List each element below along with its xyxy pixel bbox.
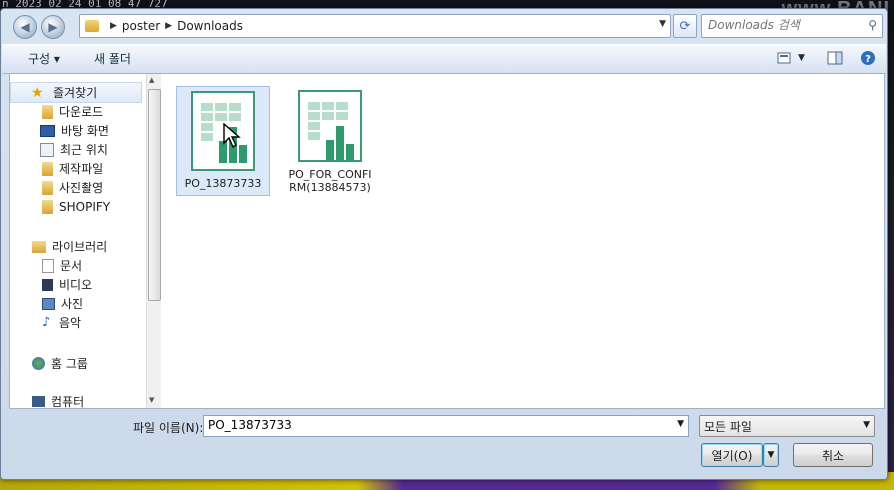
sidebar-item-folder[interactable]: 사진촬영: [42, 178, 103, 197]
filetype-select[interactable]: 모든 파일 ▼: [699, 415, 875, 437]
search-box[interactable]: ⚲: [701, 14, 883, 38]
sidebar-item-pictures[interactable]: 사진: [42, 294, 83, 313]
forward-arrow-icon[interactable]: ▶: [41, 15, 65, 39]
sidebar-item-folder[interactable]: 제작파일: [42, 159, 103, 178]
sidebar-item-label: 컴퓨터: [51, 395, 85, 408]
file-item[interactable]: PO_13873733: [176, 86, 270, 196]
file-list: PO_13873733 PO_FOR_CONFIRM(13884573): [162, 74, 884, 408]
filename-input[interactable]: [204, 416, 672, 434]
chevron-down-icon: ▼: [767, 450, 775, 460]
file-name: PO_FOR_CONFIRM(13884573): [288, 168, 372, 194]
folder-icon: [85, 20, 99, 32]
sidebar-computer[interactable]: 컴퓨터: [32, 392, 84, 408]
scroll-down-icon[interactable]: ▼: [149, 396, 154, 404]
sidebar-item-music[interactable]: ♪ 음악: [42, 313, 81, 332]
open-file-dialog: ◀ ▶ ▶ poster ▶ Downloads ▼ ⟳ ⚲ 구성 ▾ 새 폴더…: [0, 8, 888, 480]
computer-icon: [32, 396, 45, 407]
sidebar-scrollbar[interactable]: ▲ ▼: [146, 74, 161, 408]
filetype-value: 모든 파일: [704, 420, 752, 434]
breadcrumb-separator: ▶: [110, 21, 117, 31]
breadcrumb-separator: ▶: [165, 21, 173, 31]
sidebar-item-label: 사진: [61, 297, 84, 311]
open-button-label: 열기(O): [711, 448, 753, 463]
help-icon[interactable]: ?: [859, 50, 877, 66]
chevron-down-icon[interactable]: ▼: [677, 419, 684, 429]
library-icon: [32, 240, 46, 253]
sidebar-favorites[interactable]: ★ 즐겨찾기: [10, 82, 142, 103]
homegroup-icon: [32, 357, 45, 370]
navigation-bar: ◀ ▶ ▶ poster ▶ Downloads ▼ ⟳ ⚲: [1, 9, 887, 43]
scrollbar-thumb[interactable]: [148, 89, 161, 301]
picture-icon: [42, 297, 55, 310]
scroll-up-icon[interactable]: ▲: [149, 76, 154, 84]
sidebar-item-label: 제작파일: [59, 162, 104, 176]
spreadsheet-icon: [298, 90, 362, 162]
cancel-button-label: 취소: [821, 448, 845, 463]
sidebar-item-videos[interactable]: 비디오: [42, 275, 92, 294]
sidebar-item-label: SHOPIFY: [59, 199, 111, 214]
chevron-down-icon[interactable]: ▼: [659, 19, 666, 29]
navigation-pane: ★ 즐겨찾기 다운로드 바탕 화면 최근 위치 제작파일 사진촬영 SHOPIF…: [10, 74, 144, 408]
svg-text:?: ?: [865, 54, 871, 65]
sidebar-item-label: 다운로드: [59, 105, 104, 119]
new-folder-button[interactable]: 새 폴더: [94, 50, 131, 67]
sidebar-item-label: 즐겨찾기: [53, 86, 98, 100]
command-toolbar: 구성 ▾ 새 폴더 ▼ ?: [2, 44, 886, 74]
preview-pane-icon[interactable]: [826, 50, 844, 66]
sidebar-item-folder[interactable]: SHOPIFY: [42, 197, 110, 216]
chevron-down-icon[interactable]: ▼: [798, 53, 805, 63]
sidebar-item-label: 사진촬영: [59, 181, 104, 195]
sidebar-item-desktop[interactable]: 바탕 화면: [40, 121, 109, 140]
filename-label: 파일 이름(N):: [133, 421, 204, 435]
breadcrumb-poster[interactable]: poster: [122, 19, 160, 33]
folder-icon: [42, 199, 53, 214]
cancel-button[interactable]: 취소: [793, 443, 873, 467]
sidebar-item-recent[interactable]: 최근 위치: [40, 140, 108, 159]
video-icon: [42, 278, 53, 291]
star-icon: ★: [31, 84, 44, 101]
recent-places-icon: [40, 142, 54, 157]
dialog-content: ★ 즐겨찾기 다운로드 바탕 화면 최근 위치 제작파일 사진촬영 SHOPIF…: [9, 73, 885, 409]
view-options-icon[interactable]: [776, 50, 794, 66]
refresh-icon[interactable]: ⟳: [673, 14, 697, 38]
spreadsheet-icon: [191, 91, 255, 171]
document-icon: [42, 258, 54, 273]
sidebar-item-label: 음악: [59, 316, 82, 330]
sidebar-homegroup[interactable]: 홈 그룹: [32, 354, 88, 373]
file-name: PO_13873733: [184, 177, 262, 190]
music-icon: ♪: [42, 314, 51, 330]
sidebar-item-documents[interactable]: 문서: [42, 256, 82, 275]
download-folder-icon: [42, 104, 53, 119]
sidebar-item-label: 문서: [60, 259, 83, 273]
sidebar-item-label: 라이브러리: [52, 240, 108, 254]
folder-icon: [42, 161, 53, 176]
sidebar-item-label: 비디오: [59, 278, 93, 292]
mouse-cursor-icon: [223, 123, 241, 149]
filename-field[interactable]: ▼: [203, 415, 689, 437]
open-button[interactable]: 열기(O): [701, 443, 763, 467]
sidebar-item-label: 최근 위치: [60, 143, 108, 157]
organize-button[interactable]: 구성 ▾: [28, 50, 60, 67]
breadcrumb-downloads[interactable]: Downloads: [177, 19, 243, 33]
chevron-down-icon[interactable]: ▼: [863, 420, 870, 430]
back-arrow-icon[interactable]: ◀: [13, 15, 37, 39]
sidebar-item-downloads[interactable]: 다운로드: [42, 102, 103, 121]
folder-icon: [42, 180, 53, 195]
address-bar[interactable]: ▶ poster ▶ Downloads ▼: [79, 14, 671, 38]
sidebar-item-label: 홈 그룹: [51, 357, 88, 371]
sidebar-libraries[interactable]: 라이브러리: [32, 237, 107, 256]
file-item[interactable]: PO_FOR_CONFIRM(13884573): [284, 86, 376, 194]
sidebar-item-label: 바탕 화면: [61, 124, 109, 138]
search-icon[interactable]: ⚲: [868, 18, 877, 32]
desktop-icon: [40, 124, 55, 137]
open-split-button[interactable]: ▼: [763, 443, 779, 467]
search-input[interactable]: [702, 15, 864, 35]
